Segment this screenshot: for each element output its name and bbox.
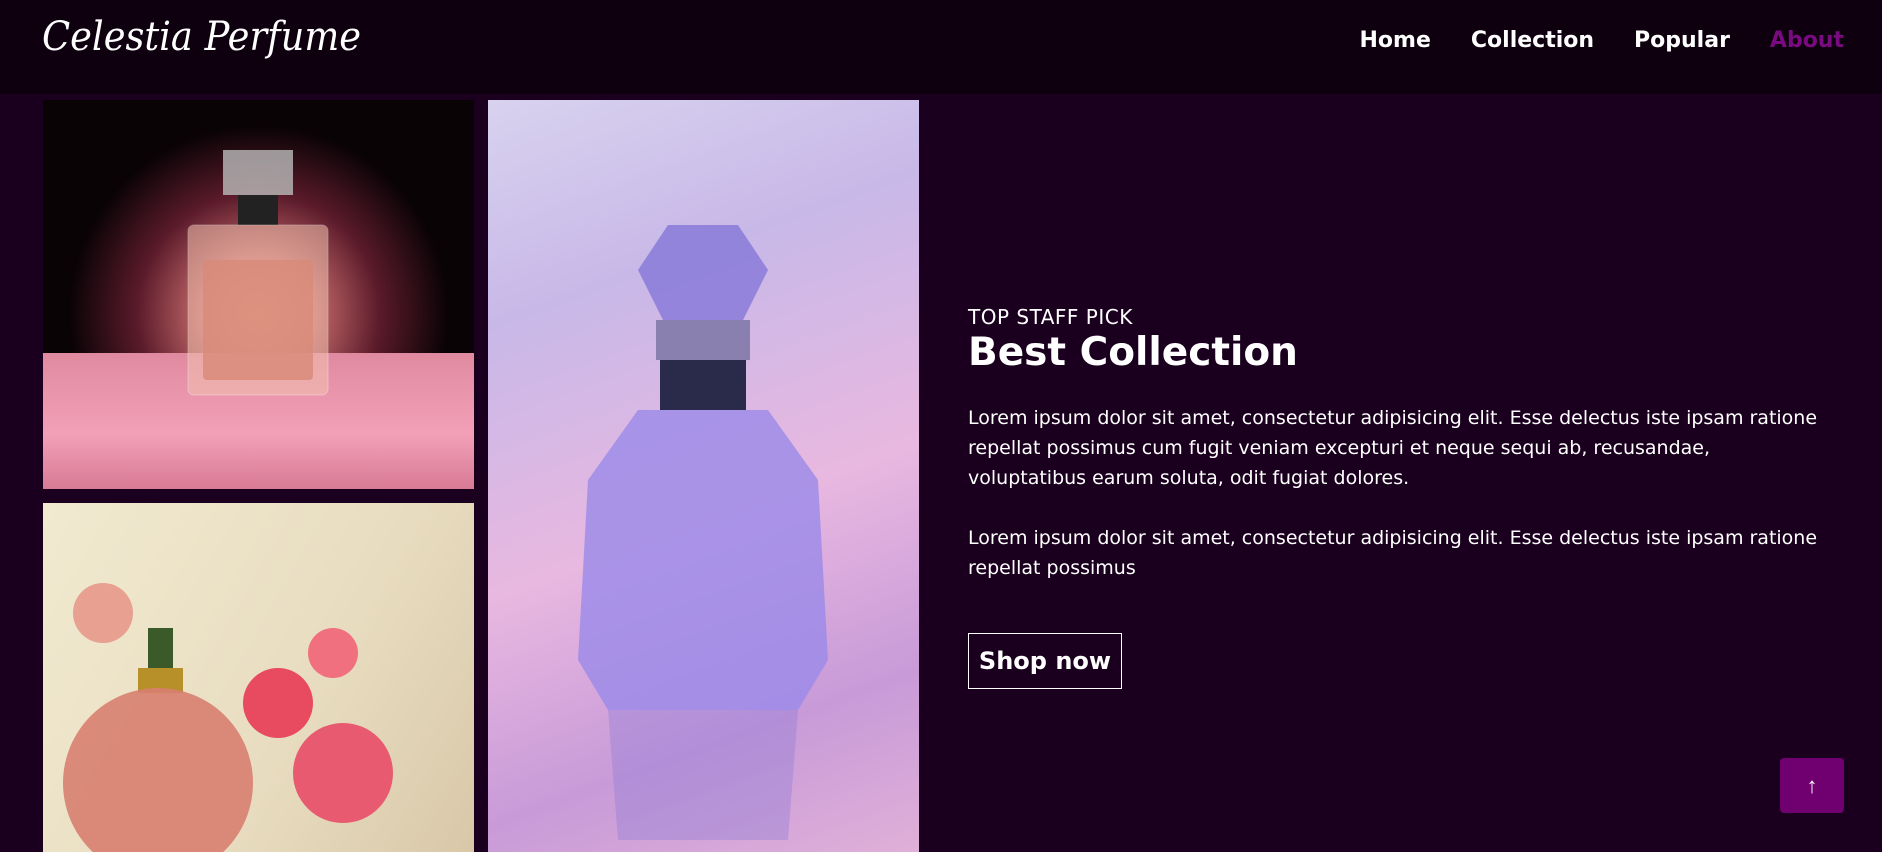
crystal-perfume-bottle-image	[488, 100, 919, 852]
description-paragraph: Lorem ipsum dolor sit amet, consectetur …	[968, 407, 1818, 489]
section-title: Best Collection	[968, 330, 1298, 375]
site-header: Celestia Perfume Home Collection Popular…	[0, 0, 1882, 94]
logo[interactable]: Celestia Perfume	[42, 14, 361, 60]
arrow-up-icon: ↑	[1806, 772, 1818, 798]
shop-now-button[interactable]: Shop now	[968, 633, 1122, 689]
perfume-bottle-roses-image	[43, 100, 474, 489]
nav-collection[interactable]: Collection	[1471, 28, 1594, 53]
nav-home[interactable]: Home	[1360, 28, 1431, 53]
perfume-atomizer-flowers-image	[43, 503, 474, 852]
nav-popular[interactable]: Popular	[1634, 28, 1730, 53]
eyebrow-label: TOP STAFF PICK	[968, 305, 1133, 329]
description-paragraph: Lorem ipsum dolor sit amet, consectetur …	[968, 527, 1818, 579]
main-nav: Home Collection Popular About	[1360, 28, 1844, 53]
nav-about[interactable]: About	[1770, 28, 1844, 53]
scroll-to-top-button[interactable]: ↑	[1780, 758, 1844, 813]
